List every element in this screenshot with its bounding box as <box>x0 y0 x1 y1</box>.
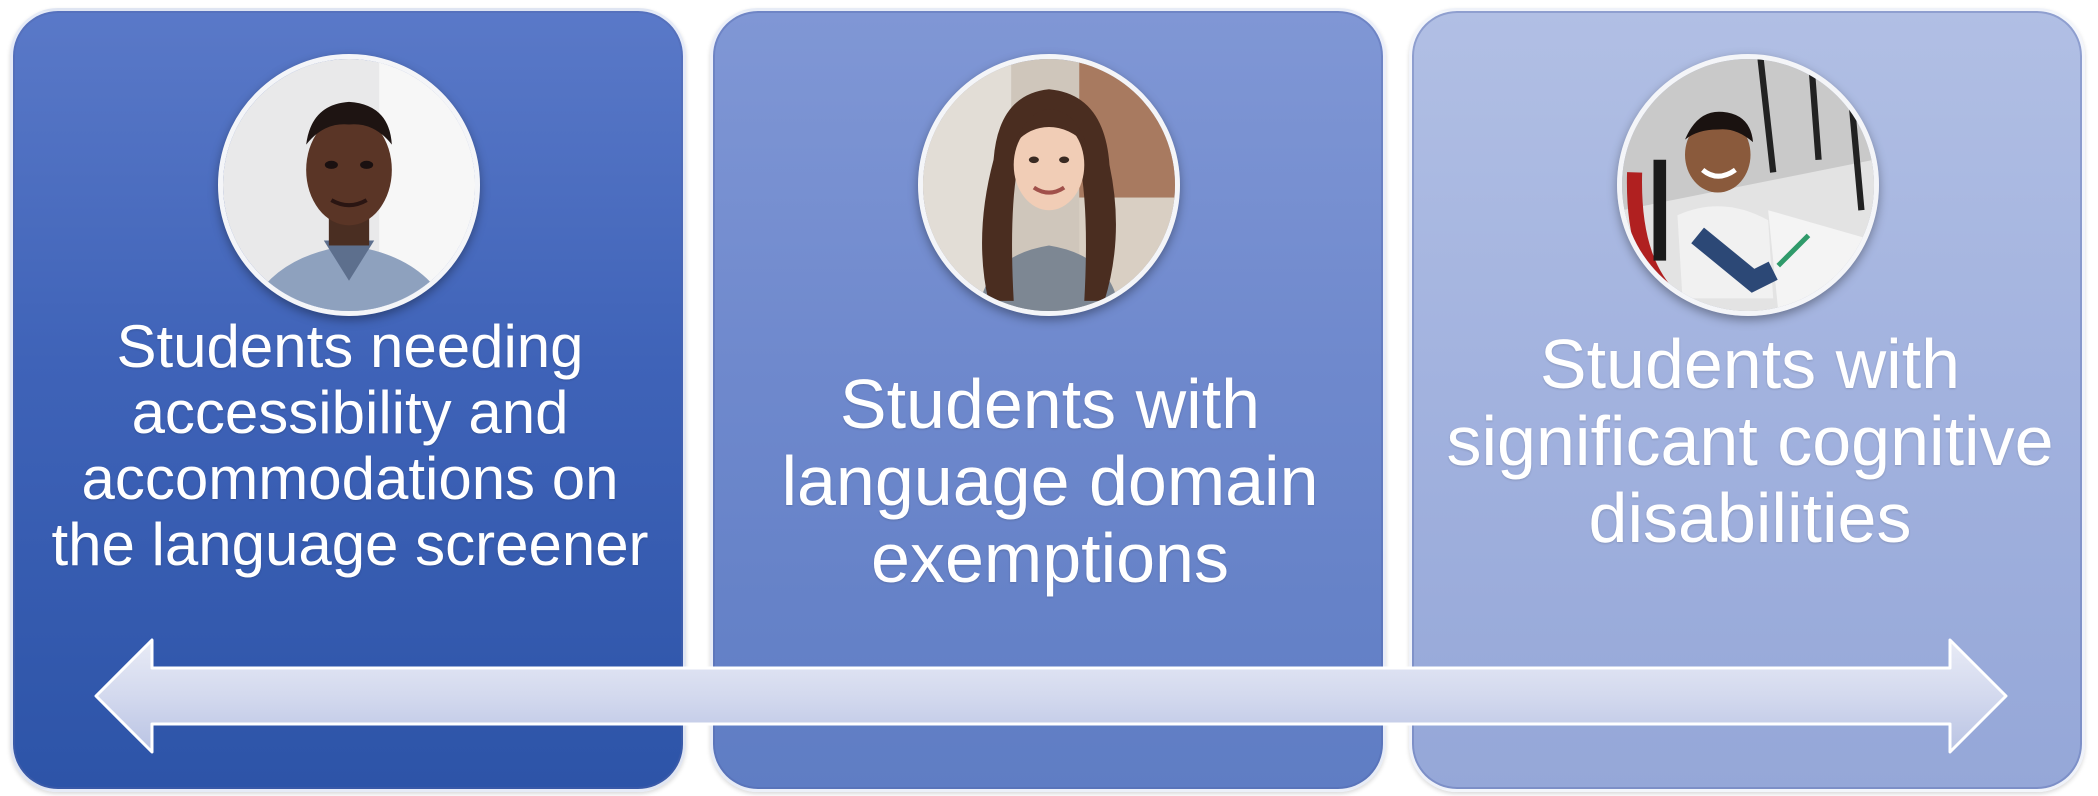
student-portrait-icon <box>218 54 480 316</box>
label-cognitive-disabilities: Students with significant cognitive disa… <box>1446 325 2054 557</box>
label-domain-exemptions: Students with language domain exemptions <box>781 365 1319 597</box>
student-wheelchair-icon <box>1617 54 1879 316</box>
student-portrait-icon <box>918 54 1180 316</box>
label-accessibility: Students needing accessibility and accom… <box>51 313 649 578</box>
